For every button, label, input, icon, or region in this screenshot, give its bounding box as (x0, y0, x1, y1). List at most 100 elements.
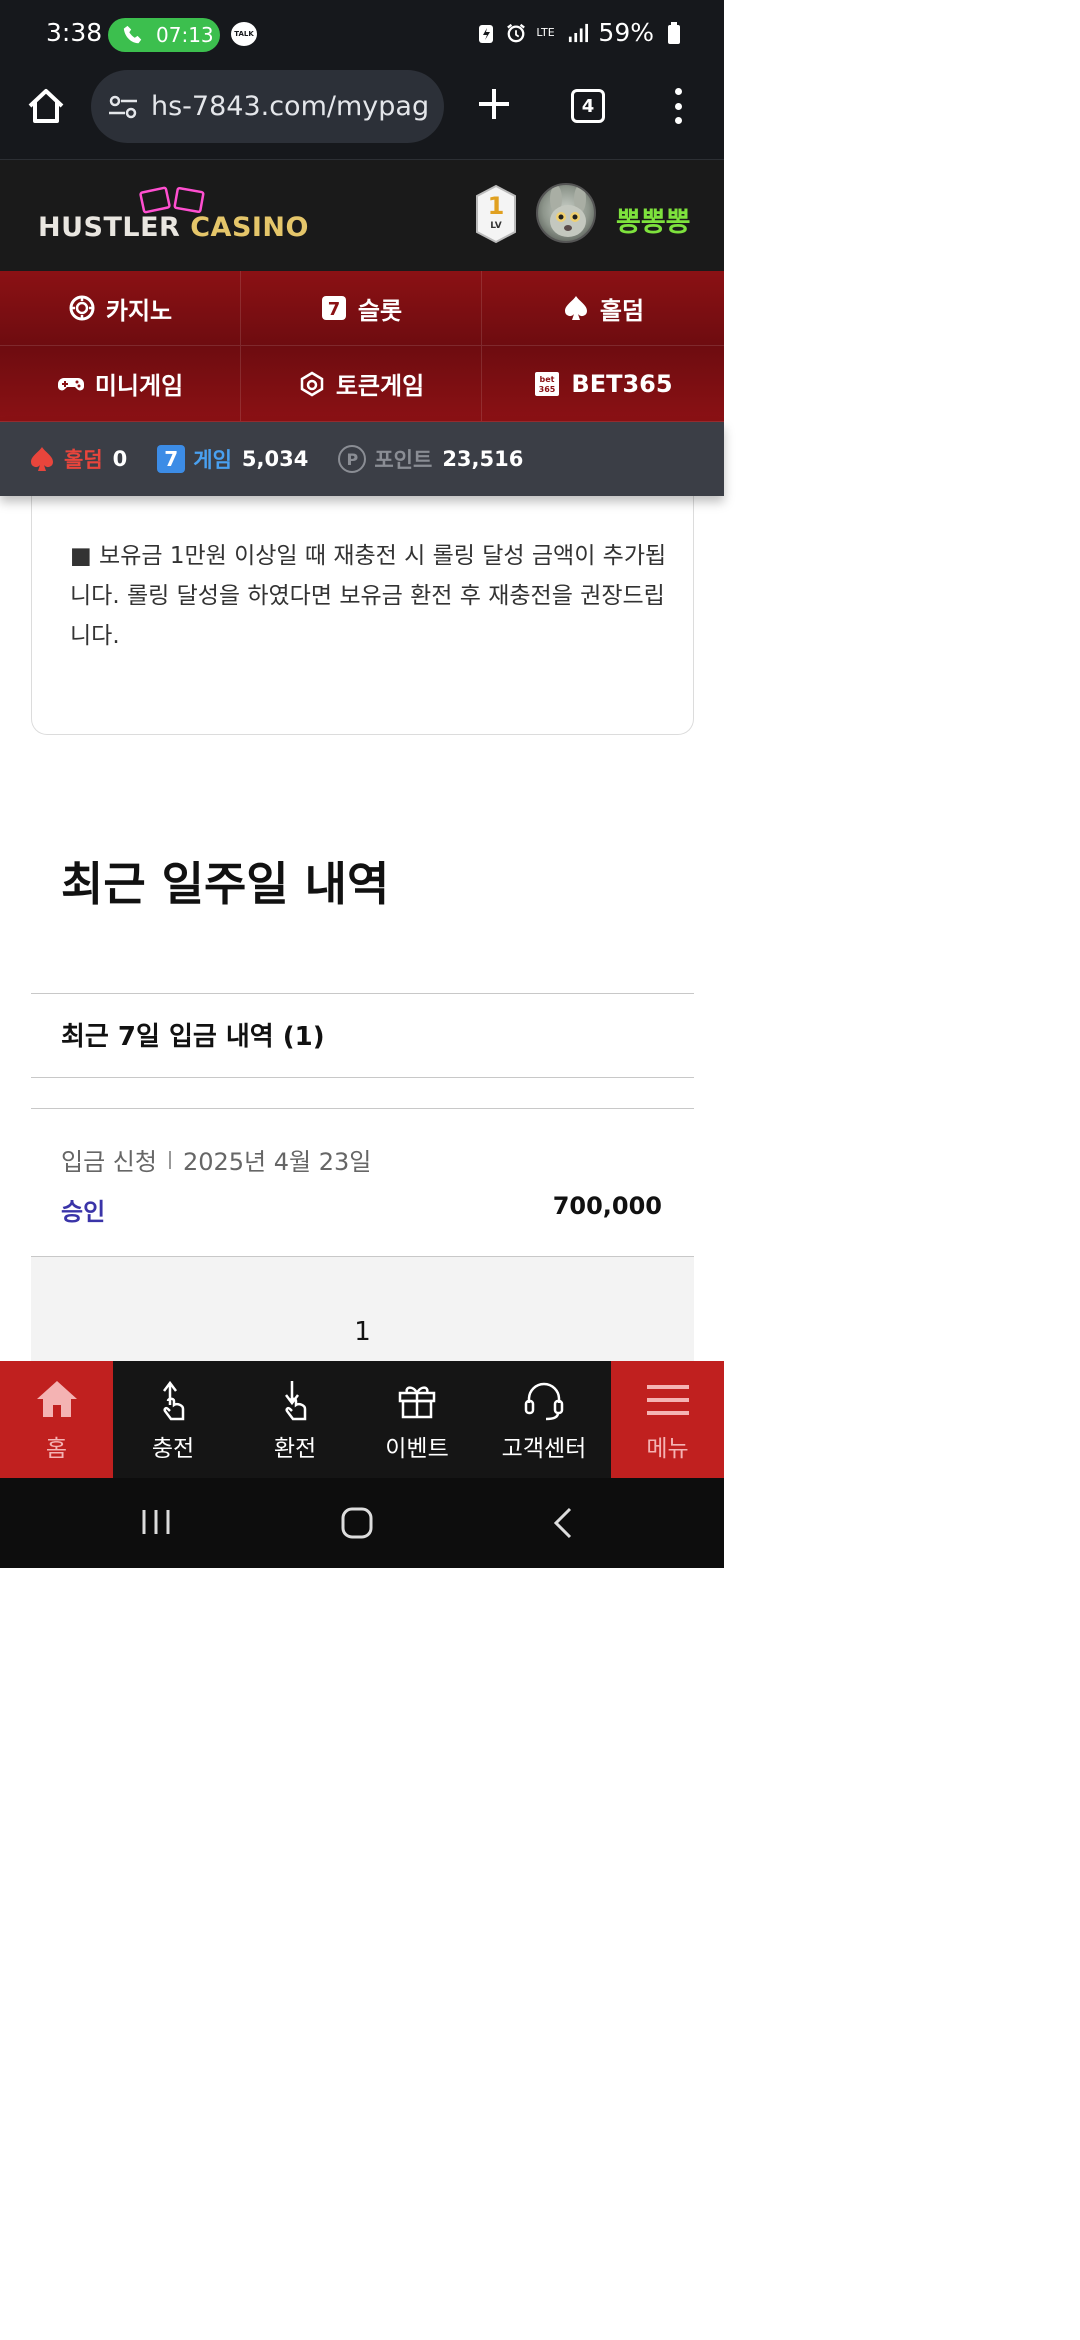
level-label: LV (490, 221, 502, 231)
game-value: 5,034 (241, 447, 309, 471)
phone-icon (123, 25, 142, 44)
separator (168, 1150, 171, 1169)
nav-slot-label: 슬롯 (357, 296, 403, 325)
hamburger-icon (645, 1377, 691, 1423)
status-icons: LTE 59% (476, 18, 684, 47)
level-badge: 1 LV (474, 184, 518, 244)
gamepad-icon (57, 370, 85, 398)
spade-icon (31, 447, 53, 471)
divider (31, 1077, 694, 1078)
tab-deposit[interactable]: 충전 (113, 1361, 233, 1478)
tab-event-label: 이벤트 (385, 1435, 449, 1462)
nav-bet365[interactable]: bet 365 BET365 (482, 346, 724, 422)
tab-menu-label: 메뉴 (646, 1435, 689, 1462)
tab-home-label: 홈 (45, 1435, 68, 1462)
url-text: hs-7843.com/mypag (151, 91, 430, 122)
divider (31, 993, 694, 994)
more-menu-icon[interactable] (670, 84, 686, 128)
status-badge: 승인 (61, 1198, 106, 1226)
lte-label: LTE (536, 26, 555, 39)
game-label: 게임 (193, 448, 232, 472)
call-indicator[interactable]: 07:13 (108, 18, 220, 52)
deposit-history-heading[interactable]: 최근 7일 입금 내역 (1) (61, 1016, 325, 1053)
nav-minigame[interactable]: 미니게임 (0, 346, 241, 422)
site-header: HUSTLER CASINO 1 LV 뽕뽕뽕 (0, 160, 724, 271)
nav-tokengame-label: 토큰게임 (335, 372, 425, 400)
tab-customer-center[interactable]: 고객센터 (477, 1361, 611, 1478)
nav-holdem[interactable]: 홀덤 (482, 271, 724, 346)
battery-saver-icon (476, 21, 496, 45)
notice-card: ■ 보유금 1만원 이상일 때 재충전 시 롤링 달성 금액이 추가됩니다. 롤… (31, 470, 694, 735)
balance-bar: 홀덤 0 7 게임 5,034 P 포인트 23,516 (0, 422, 724, 496)
slot-seven-icon: 7 (320, 294, 348, 322)
talk-icon: TALK (231, 22, 257, 46)
notice-text: ■ 보유금 1만원 이상일 때 재충전 시 롤링 달성 금액이 추가됩니다. 롤… (70, 543, 667, 649)
signal-icon (568, 21, 589, 45)
game-balance[interactable]: 7 게임 5,034 (157, 444, 308, 474)
point-icon: P (338, 445, 367, 473)
nav-holdem-label: 홀덤 (599, 296, 645, 325)
nav-casino[interactable]: 카지노 (0, 271, 241, 346)
headset-icon (521, 1377, 567, 1423)
system-home-icon[interactable] (340, 1506, 380, 1542)
home-outline-icon (28, 89, 64, 123)
back-icon[interactable] (548, 1506, 588, 1542)
level-number: 1 (487, 192, 505, 220)
pagination: 1 (31, 1257, 694, 1361)
nav-casino-label: 카지노 (105, 296, 173, 325)
svg-text:bet: bet (540, 375, 555, 384)
holdem-label: 홀덤 (64, 448, 103, 472)
new-tab-button[interactable] (474, 84, 514, 124)
casino-chip-icon (68, 294, 96, 322)
tab-deposit-label: 충전 (151, 1435, 195, 1462)
gift-icon (394, 1377, 440, 1423)
holdem-value: 0 (112, 447, 128, 471)
point-balance[interactable]: P 포인트 23,516 (338, 444, 523, 474)
token-icon (298, 370, 326, 398)
deposit-type: 입금 신청 (61, 1148, 157, 1176)
nav-tokengame[interactable]: 토큰게임 (241, 346, 482, 422)
site-logo[interactable]: HUSTLER CASINO (38, 212, 309, 243)
page-title: 최근 일주일 내역 (61, 857, 390, 911)
nav-slot[interactable]: 7 슬롯 (241, 271, 482, 346)
browser-home-button[interactable] (24, 84, 68, 128)
tab-event[interactable]: 이벤트 (357, 1361, 477, 1478)
tab-switcher-button[interactable]: 4 (571, 89, 605, 123)
cards-logo-icon (139, 186, 205, 214)
game-category-nav: 카지노 7 슬롯 홀덤 미니게임 토큰게임 bet 365 BET365 (0, 271, 724, 422)
logo-hustler: HUSTLER (38, 212, 191, 243)
username[interactable]: 뽕뽕뽕 (616, 200, 691, 239)
bottom-tab-bar: 홈 충전 환전 이벤트 고객센터 메뉴 (0, 1361, 724, 1478)
site-settings-icon[interactable] (107, 93, 139, 121)
home-icon (34, 1377, 80, 1423)
withdraw-icon (272, 1377, 318, 1423)
browser-toolbar: hs-7843.com/mypag 4 (0, 70, 724, 160)
recent-apps-icon[interactable] (140, 1506, 180, 1542)
system-navigation-bar (0, 1478, 724, 1568)
tab-menu[interactable]: 메뉴 (611, 1361, 724, 1478)
bet365-icon: bet 365 (533, 370, 561, 398)
call-timer: 07:13 (156, 23, 214, 47)
deposit-amount: 700,000 (552, 1192, 662, 1220)
plus-icon (479, 89, 509, 119)
holdem-balance[interactable]: 홀덤 0 (28, 444, 127, 474)
deposit-date: 2025년 4월 23일 (182, 1148, 372, 1176)
deposit-icon (150, 1377, 196, 1423)
svg-text:365: 365 (539, 385, 556, 394)
tab-withdraw-label: 환전 (273, 1435, 317, 1462)
nav-bet365-label: BET365 (571, 369, 673, 398)
status-bar: 3:38 07:13 TALK LTE 59% (0, 0, 724, 70)
page-number[interactable]: 1 (31, 1317, 694, 1347)
tab-withdraw[interactable]: 환전 (233, 1361, 357, 1478)
point-label: 포인트 (374, 448, 433, 472)
svg-text:7: 7 (328, 299, 341, 320)
tab-home[interactable]: 홈 (0, 1361, 113, 1478)
status-time: 3:38 (46, 18, 103, 47)
deposit-meta: 입금 신청 2025년 4월 23일 (61, 1142, 371, 1177)
tab-customer-center-label: 고객센터 (501, 1435, 587, 1462)
avatar[interactable] (536, 183, 596, 243)
battery-percent: 59% (598, 18, 654, 47)
spade-icon (562, 294, 590, 322)
logo-casino: CASINO (190, 212, 309, 243)
address-bar[interactable]: hs-7843.com/mypag (91, 70, 444, 143)
